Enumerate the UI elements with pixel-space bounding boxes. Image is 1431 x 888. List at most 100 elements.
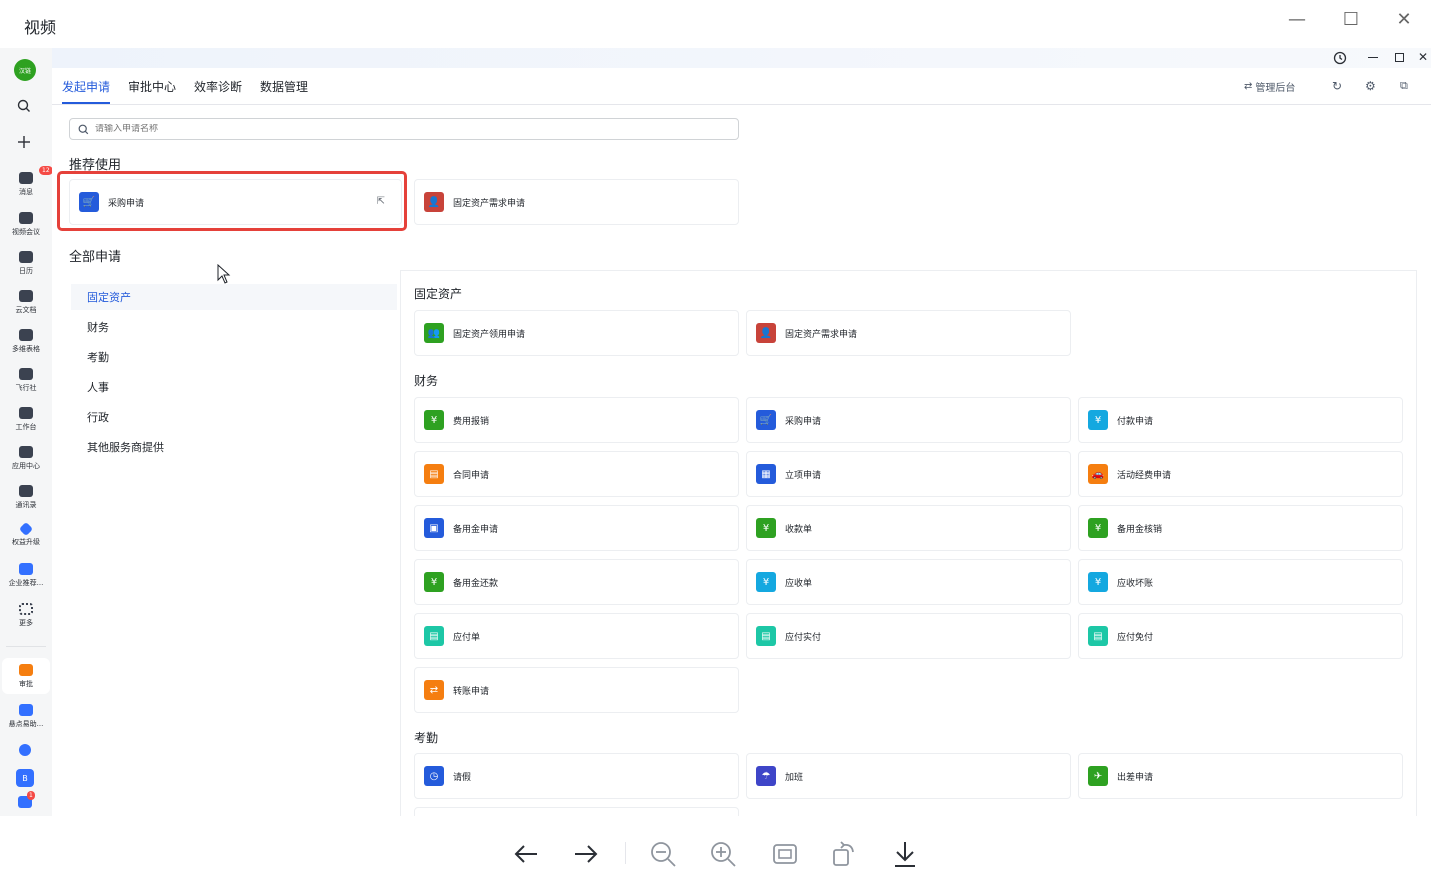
sidebar-item-approval[interactable]: 审批 <box>2 658 50 694</box>
card-receipt[interactable]: ¥ 收款单 <box>746 505 1071 551</box>
category-other-providers[interactable]: 其他服务商提供 <box>71 434 397 460</box>
recommended-card-asset-demand[interactable]: 👤 固定资产需求申请 <box>414 179 739 225</box>
tab-data-management[interactable]: 数据管理 <box>260 78 308 104</box>
bill-icon: ▤ <box>1088 626 1108 646</box>
card-label: 应付免付 <box>1117 632 1154 643</box>
sidebar-item-label: 审批 <box>19 680 33 688</box>
zoom-out-button[interactable] <box>645 836 681 872</box>
card-leave[interactable]: ◷ 请假 <box>414 753 739 799</box>
download-button[interactable] <box>887 836 923 872</box>
search-icon[interactable] <box>17 99 31 113</box>
settings-icon[interactable] <box>19 744 31 756</box>
maximize-button[interactable]: ☐ <box>1338 6 1364 32</box>
search-input[interactable] <box>95 124 695 134</box>
sidebar-item-contacts[interactable]: 通讯录 <box>2 485 50 510</box>
category-attendance[interactable]: 考勤 <box>71 344 397 370</box>
document-icon <box>19 290 33 302</box>
search-icon <box>78 124 89 134</box>
card-payable-waive[interactable]: ▤ 应付免付 <box>1078 613 1403 659</box>
sidebar-item-label: 多维表格 <box>12 345 40 353</box>
card-payable-actual[interactable]: ▤ 应付实付 <box>746 613 1071 659</box>
bill-icon: ▤ <box>756 626 776 646</box>
card-asset-requisition[interactable]: 👥 固定资产领用申请 <box>414 310 739 356</box>
app-close-icon[interactable]: ✕ <box>1418 50 1428 64</box>
sidebar-item-calendar[interactable]: 日历 <box>2 251 50 276</box>
wallet-icon: ▣ <box>424 518 444 538</box>
card-receivable[interactable]: ¥ 应收单 <box>746 559 1071 605</box>
app-restore-icon[interactable] <box>1395 53 1404 62</box>
transfer-icon: ⇄ <box>424 680 444 700</box>
airplane-icon: ✈ <box>1088 766 1108 786</box>
rotate-button[interactable] <box>826 836 862 872</box>
sidebar-item-assistant[interactable]: 悬点易助... <box>2 704 50 729</box>
card-expense[interactable]: ¥ 费用报销 <box>414 397 739 443</box>
sidebar-item-workbench[interactable]: 工作台 <box>2 407 50 432</box>
category-admin[interactable]: 行政 <box>71 404 397 430</box>
category-hr[interactable]: 人事 <box>71 374 397 400</box>
card-label: 应付单 <box>453 632 481 643</box>
sidebar-item-app-center[interactable]: 应用中心 <box>2 446 50 471</box>
user-avatar[interactable]: 汉链 <box>14 59 36 81</box>
card-petty-cash-repay[interactable]: ¥ 备用金还款 <box>414 559 739 605</box>
card-activity-fund[interactable]: 🚗 活动经费申请 <box>1078 451 1403 497</box>
sidebar-item-community[interactable]: 飞行社 <box>2 368 50 393</box>
open-window-icon[interactable]: ⧉ <box>1400 79 1408 93</box>
card-purchase[interactable]: 🛒 采购申请 <box>746 397 1071 443</box>
sidebar-item-label: 消息 <box>19 188 33 196</box>
mouse-cursor-icon <box>217 264 231 284</box>
sidebar-item-docs[interactable]: 云文档 <box>2 290 50 315</box>
card-petty-cash[interactable]: ▣ 备用金申请 <box>414 505 739 551</box>
card-contract[interactable]: ▤ 合同申请 <box>414 451 739 497</box>
close-icon: ✕ <box>1396 8 1412 30</box>
refresh-icon[interactable]: ↻ <box>1332 79 1342 93</box>
tab-approval-center[interactable]: 审批中心 <box>128 78 176 104</box>
card-bad-debt[interactable]: ¥ 应收坏账 <box>1078 559 1403 605</box>
card-asset-demand[interactable]: 👤 固定资产需求申请 <box>746 310 1071 356</box>
card-business-trip[interactable]: ✈ 出差申请 <box>1078 753 1403 799</box>
tab-start-request[interactable]: 发起申请 <box>62 78 111 104</box>
card-petty-cash-writeoff[interactable]: ¥ 备用金核销 <box>1078 505 1403 551</box>
right-panel-edge <box>1416 270 1417 816</box>
card-transfer[interactable]: ⇄ 转账申请 <box>414 667 739 713</box>
category-finance[interactable]: 财务 <box>71 314 397 340</box>
sidebar-item-bitable[interactable]: 多维表格 <box>2 329 50 354</box>
sidebar-item-enterprise[interactable]: 企业推荐... <box>2 563 50 588</box>
category-fixed-assets[interactable]: 固定资产 <box>71 284 397 310</box>
car-icon: 🚗 <box>1088 464 1108 484</box>
workspace-b-icon[interactable]: B <box>16 769 34 787</box>
sidebar-item-video-meeting[interactable]: 视频会议 <box>2 212 50 237</box>
card-project[interactable]: ▦ 立项申请 <box>746 451 1071 497</box>
sidebar-item-label: 悬点易助... <box>8 720 44 728</box>
profile-icon[interactable]: 1 <box>18 791 35 808</box>
history-icon[interactable] <box>1333 51 1347 65</box>
next-button[interactable] <box>568 836 604 872</box>
add-icon[interactable] <box>17 135 31 149</box>
gear-icon[interactable]: ⚙ <box>1365 79 1376 93</box>
assistant-icon <box>19 704 33 716</box>
table-icon <box>19 329 33 341</box>
sidebar-item-label: 云文档 <box>15 306 37 314</box>
arrow-left-icon <box>514 845 537 863</box>
admin-button[interactable]: ⇄ 管理后台 <box>1244 79 1295 94</box>
zoom-out-icon <box>651 842 676 867</box>
sidebar-item-messages[interactable]: 12 消息 <box>2 166 53 197</box>
card-label: 活动经费申请 <box>1117 470 1172 481</box>
fit-screen-button[interactable] <box>767 836 803 872</box>
card-payable[interactable]: ▤ 应付单 <box>414 613 739 659</box>
search-box[interactable] <box>69 118 739 140</box>
sidebar-item-more[interactable]: 更多 <box>2 603 50 628</box>
card-overtime[interactable]: ☂ 加班 <box>746 753 1071 799</box>
app-minimize-icon[interactable] <box>1368 57 1378 58</box>
card-label: 立项申请 <box>785 470 822 481</box>
previous-button[interactable] <box>508 836 544 872</box>
sidebar-divider <box>6 646 46 647</box>
card-payment[interactable]: ¥ 付款申请 <box>1078 397 1403 443</box>
sidebar-item-upgrade[interactable]: 权益升级 <box>2 521 50 547</box>
close-button[interactable]: ✕ <box>1391 6 1417 32</box>
sidebar-item-label: 更多 <box>19 619 33 627</box>
briefcase-icon: ▤ <box>424 464 444 484</box>
document-icon: ▦ <box>756 464 776 484</box>
tab-efficiency[interactable]: 效率诊断 <box>194 78 242 104</box>
minimize-button[interactable]: — <box>1284 6 1310 32</box>
zoom-in-button[interactable] <box>705 836 741 872</box>
